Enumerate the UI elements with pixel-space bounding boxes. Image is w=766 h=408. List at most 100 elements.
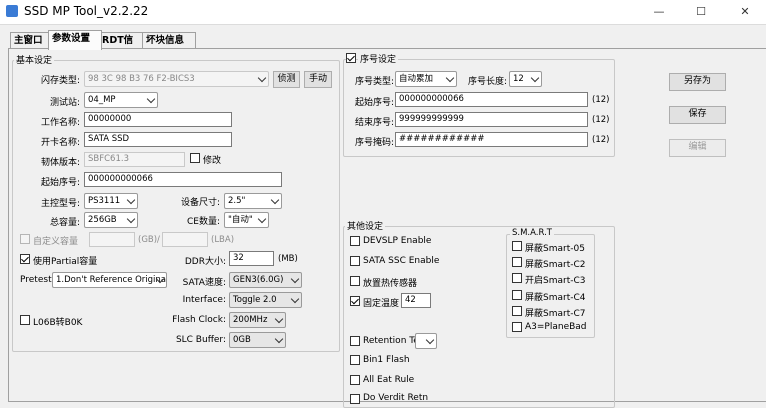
smart-c2-checkbox[interactable] (512, 257, 522, 267)
chevron-down-icon (274, 314, 284, 324)
ce-count-label: CE数量: (186, 217, 220, 227)
tab-main[interactable]: 主窗口 (10, 32, 50, 49)
smart-c7-checkbox[interactable] (512, 306, 522, 316)
l06b-checkbox[interactable] (20, 315, 30, 325)
capacity-label: 总容量: (49, 218, 80, 228)
sata-speed-select[interactable]: GEN3(6.0G) (229, 272, 302, 288)
serial-mask-input[interactable]: ############ (395, 132, 588, 147)
chevron-down-icon (445, 73, 455, 83)
a3-planebad-checkbox[interactable] (512, 322, 522, 332)
ddr-size-input[interactable]: 32 (229, 251, 274, 266)
station-select[interactable]: 04_MP (84, 92, 158, 108)
serial-end-input[interactable]: 999999999999 (395, 112, 588, 127)
fixed-temp-checkbox[interactable] (350, 296, 360, 306)
manual-button[interactable]: 手动 (304, 71, 332, 88)
sata-speed-label: SATA速度: (182, 278, 226, 288)
interface-select[interactable]: Toggle 2.0 (229, 292, 302, 308)
smart-c3-checkbox[interactable] (512, 273, 522, 283)
verdit-retn-label: Do Verdit Retn (363, 393, 429, 403)
modify-checkbox[interactable] (190, 153, 200, 163)
verdit-retn-checkbox[interactable] (350, 394, 360, 404)
custom-gb-input[interactable] (89, 232, 135, 247)
partial-capacity-checkbox[interactable] (20, 254, 30, 264)
flash-clock-select[interactable]: 200MHz (229, 312, 286, 328)
device-size-select[interactable]: 2.5" (224, 193, 282, 209)
custom-capacity-checkbox[interactable] (20, 234, 30, 244)
smart-c4-checkbox[interactable] (512, 290, 522, 300)
devslp-checkbox[interactable] (350, 236, 360, 246)
smart-c3-label: 开启Smart-C3 (525, 276, 586, 286)
chevron-down-icon (425, 335, 435, 345)
serial-start-count: (12) (592, 95, 610, 105)
serial-start-input[interactable]: 000000000066 (395, 92, 588, 107)
retention-test-select[interactable] (415, 333, 437, 349)
fw-version-input[interactable]: SBFC61.3 (84, 152, 185, 167)
device-size-label: 设备尺寸: (180, 198, 220, 208)
chevron-down-icon (126, 195, 136, 205)
chevron-down-icon (257, 73, 267, 83)
partial-capacity-label: 使用Partial容量 (33, 257, 98, 267)
bin1-flash-checkbox[interactable] (350, 355, 360, 365)
ddr-size-label: DDR大小: (184, 257, 226, 267)
pretest-select[interactable]: 1.Don't Reference Original E (52, 272, 167, 288)
smart-05-checkbox[interactable] (512, 241, 522, 251)
serial-length-label: 序号长度: (468, 77, 508, 87)
work-name-input[interactable]: 00000000 (84, 112, 232, 127)
flash-type-value: 98 3C 98 B3 76 F2-BICS3 (88, 74, 195, 84)
flash-clock-label: Flash Clock: (172, 315, 226, 325)
smart-c2-label: 屏蔽Smart-C2 (525, 260, 586, 270)
custom-lba-input[interactable] (162, 232, 208, 247)
gb-unit-label: (GB)/ (138, 235, 160, 245)
bin1-flash-label: Bin1 Flash (363, 355, 410, 365)
serial-mask-label: 序号掩码: (355, 138, 395, 148)
slc-buffer-label: SLC Buffer: (175, 335, 226, 345)
thermal-sensor-checkbox[interactable] (350, 276, 360, 286)
capacity-select[interactable]: 256GB (84, 212, 138, 228)
edit-button[interactable]: 编辑 (669, 139, 726, 157)
l06b-label: L06B转B0K (33, 318, 83, 328)
start-sn-input[interactable]: 000000000066 (84, 172, 282, 187)
save-as-button[interactable]: 另存为 (669, 73, 726, 91)
slc-buffer-select[interactable]: 0GB (229, 332, 286, 348)
flash-clock-value: 200MHz (233, 315, 268, 325)
chevron-down-icon (290, 274, 300, 284)
flash-type-label: 闪存类型: (40, 76, 80, 86)
serial-type-select[interactable]: 自动累加 (395, 71, 457, 87)
maximize-button[interactable]: ☐ (686, 2, 716, 22)
tab-bad-block[interactable]: 坏块信息 (142, 32, 196, 49)
other-settings-label: 其他设定 (345, 219, 386, 232)
smart-c4-label: 屏蔽Smart-C4 (525, 293, 586, 303)
card-name-input[interactable]: SATA SSD (84, 132, 232, 147)
controller-value: PS3111 (88, 196, 121, 206)
window-title: SSD MP Tool_v2.2.22 (24, 4, 149, 18)
app-icon (6, 5, 18, 17)
tab-settings[interactable]: 参数设置 (48, 30, 102, 50)
retention-test-checkbox[interactable] (350, 336, 360, 346)
sata-ssc-checkbox[interactable] (350, 256, 360, 266)
ce-count-select[interactable]: "自动" (224, 212, 269, 228)
mb-unit-label: (MB) (278, 254, 298, 264)
fixed-temp-input[interactable]: 42 (401, 293, 431, 308)
all-eat-rule-label: All Eat Rule (363, 375, 415, 385)
chevron-down-icon (146, 94, 156, 104)
close-button[interactable]: ✕ (730, 2, 760, 22)
serial-settings-label: 序号设定 (358, 52, 399, 65)
flash-type-select[interactable]: 98 3C 98 B3 76 F2-BICS3 (84, 71, 269, 87)
chevron-down-icon (126, 214, 136, 224)
save-button[interactable]: 保存 (669, 106, 726, 124)
chevron-down-icon (257, 214, 267, 224)
modify-label: 修改 (203, 156, 222, 166)
controller-select[interactable]: PS3111 (84, 193, 138, 209)
detect-button[interactable]: 侦测 (273, 71, 300, 88)
tab-rdt[interactable]: RDT信息 (98, 32, 146, 62)
serial-end-count: (12) (592, 115, 610, 125)
serial-length-select[interactable]: 12 (509, 71, 542, 87)
serial-enable-checkbox[interactable] (346, 53, 356, 63)
slc-buffer-value: 0GB (233, 335, 251, 345)
device-size-value: 2.5" (228, 196, 246, 206)
chevron-down-icon (270, 195, 280, 205)
minimize-button[interactable]: — (644, 2, 674, 22)
interface-label: Interface: (182, 295, 226, 305)
all-eat-rule-checkbox[interactable] (350, 375, 360, 385)
ce-count-value: "自动" (228, 215, 253, 225)
